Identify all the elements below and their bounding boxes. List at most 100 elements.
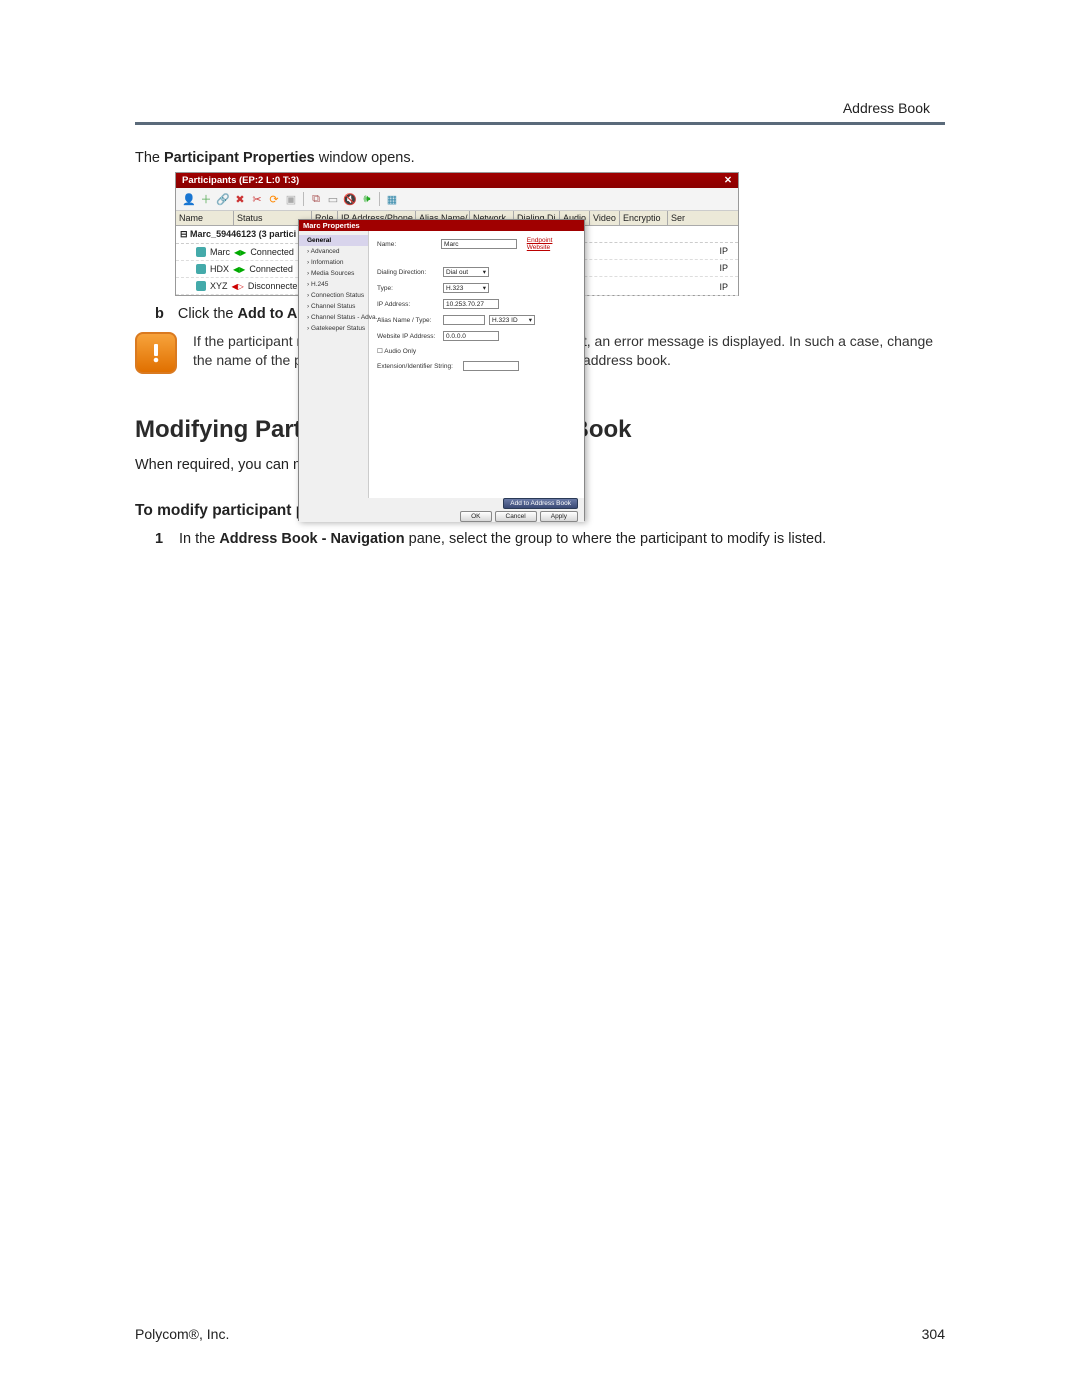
header-rule xyxy=(135,122,945,125)
status-arrows-icon: ◀▶ xyxy=(234,248,246,257)
toolbar-icon-mic[interactable]: 🔇 xyxy=(343,192,357,206)
step-1: 1 In the Address Book - Navigation pane,… xyxy=(155,530,945,550)
window-toolbar: 👤 ＋ 🔗 ✖ ✂ ⟳ ▣ ⧉ ▭ 🔇 🕪 ▦ xyxy=(176,188,738,211)
participant-name: XYZ xyxy=(210,281,228,291)
select-dialing-direction[interactable]: Dial out▾ xyxy=(443,267,489,277)
group-row[interactable]: ⊟ Marc_59446123 (3 partici xyxy=(176,226,313,244)
cancel-button[interactable]: Cancel xyxy=(495,511,537,522)
status-arrows-icon: ◀▷ xyxy=(232,282,244,291)
toolbar-icon-cam[interactable]: ▭ xyxy=(326,192,340,206)
participant-row-hdx[interactable]: HDX ◀▶ Connected xyxy=(176,261,313,278)
ok-button[interactable]: OK xyxy=(460,511,491,522)
label-type: Type: xyxy=(377,285,439,292)
toolbar-icon-layout[interactable]: ▦ xyxy=(385,192,399,206)
step-1-number: 1 xyxy=(155,530,169,550)
participants-window-screenshot: Participants (EP:2 L:0 T:3) ✕ 👤 ＋ 🔗 ✖ ✂ … xyxy=(175,172,739,296)
page-number: 304 xyxy=(922,1326,945,1342)
table-right-cols: IP IP IP Marc Properties General › Advan… xyxy=(313,226,738,295)
dialog-sidebar: General › Advanced › Information › Media… xyxy=(299,231,369,498)
step-b-prefix: Click the xyxy=(178,306,238,322)
input-website-ip[interactable]: 0.0.0.0 xyxy=(443,331,499,341)
col-video[interactable]: Video xyxy=(590,211,620,225)
toolbar-icon-copy[interactable]: ▣ xyxy=(284,192,298,206)
input-ip[interactable]: 10.253.70.27 xyxy=(443,299,499,309)
toolbar-separator xyxy=(303,192,304,206)
table-left-cols: ⊟ Marc_59446123 (3 partici Marc ◀▶ Conne… xyxy=(176,226,313,295)
sidebar-tab-general[interactable]: General xyxy=(299,235,368,246)
network-cell: IP xyxy=(719,246,728,256)
step-1-suffix: pane, select the group to where the part… xyxy=(405,531,827,547)
sidebar-tab-channel-status[interactable]: › Channel Status xyxy=(299,301,368,312)
label-ip: IP Address: xyxy=(377,301,439,308)
row-audio-only: ☐ Audio Only xyxy=(377,347,576,355)
participant-status: Connected xyxy=(249,264,293,274)
intro-prefix: The xyxy=(135,150,164,166)
input-name[interactable]: Marc xyxy=(441,239,517,249)
participant-icon xyxy=(196,264,206,274)
participant-name: HDX xyxy=(210,264,229,274)
toolbar-icon-tx[interactable]: ⧉ xyxy=(309,192,323,206)
participant-icon xyxy=(196,281,206,291)
label-name: Name: xyxy=(377,241,437,248)
toolbar-icon-sound[interactable]: 🕪 xyxy=(360,192,374,206)
sidebar-tab-h245[interactable]: › H.245 xyxy=(299,279,368,290)
row-dialing-direction: Dialing Direction: Dial out▾ xyxy=(377,267,576,277)
dialog-button-bar: Add to Address Book OK Cancel Apply xyxy=(299,498,584,522)
toolbar-icon-person-x[interactable]: ✂ xyxy=(250,192,264,206)
participant-row-marc[interactable]: Marc ◀▶ Connected xyxy=(176,244,313,261)
status-arrows-icon: ◀▶ xyxy=(233,265,245,274)
step-1-prefix: In the xyxy=(179,531,219,547)
sidebar-tab-advanced[interactable]: › Advanced xyxy=(299,246,368,257)
toolbar-icon-add[interactable]: ＋ xyxy=(199,192,213,206)
step-b-letter: b xyxy=(155,306,164,322)
step-1-text: In the Address Book - Navigation pane, s… xyxy=(179,530,826,550)
sidebar-tab-information[interactable]: › Information xyxy=(299,257,368,268)
apply-button[interactable]: Apply xyxy=(540,511,578,522)
toolbar-icon-delete[interactable]: ✖ xyxy=(233,192,247,206)
add-to-address-book-button[interactable]: Add to Address Book xyxy=(503,498,578,509)
warning-icon xyxy=(135,332,177,374)
participant-status: Disconnecte xyxy=(248,281,298,291)
row-name: Name: Marc Endpoint Website xyxy=(377,237,576,251)
dialog-titlebar: Marc Properties xyxy=(299,220,584,231)
input-extension[interactable] xyxy=(463,361,519,371)
select-alias-type[interactable]: H.323 ID▾ xyxy=(489,315,535,325)
sidebar-tab-connection-status[interactable]: › Connection Status xyxy=(299,290,368,301)
participant-name: Marc xyxy=(210,247,230,257)
step-1-bold: Address Book - Navigation xyxy=(219,531,404,547)
select-type[interactable]: H.323▾ xyxy=(443,283,489,293)
input-alias-name[interactable] xyxy=(443,315,485,325)
toolbar-icon-link[interactable]: 🔗 xyxy=(216,192,230,206)
page-footer: Polycom®, Inc. 304 xyxy=(135,1325,945,1342)
footer-left: Polycom®, Inc. xyxy=(135,1326,229,1342)
sidebar-tab-channel-status-adv[interactable]: › Channel Status - Adva... xyxy=(299,312,368,323)
row-extension: Extension/Identifier String: xyxy=(377,361,576,371)
window-titlebar: Participants (EP:2 L:0 T:3) ✕ xyxy=(176,173,738,188)
label-extension: Extension/Identifier String: xyxy=(377,363,459,370)
exclamation-icon xyxy=(144,341,168,365)
sidebar-tab-media-sources[interactable]: › Media Sources xyxy=(299,268,368,279)
label-website-ip: Website IP Address: xyxy=(377,333,439,340)
participant-icon xyxy=(196,247,206,257)
label-alias: Alias Name / Type: xyxy=(377,317,439,324)
network-cell: IP xyxy=(719,263,728,273)
participant-status: Connected xyxy=(250,247,294,257)
dialog-form: Name: Marc Endpoint Website Dialing Dire… xyxy=(369,231,584,498)
toolbar-icon-add-participant[interactable]: 👤 xyxy=(182,192,196,206)
table-body: ⊟ Marc_59446123 (3 partici Marc ◀▶ Conne… xyxy=(176,226,738,295)
toolbar-icon-refresh[interactable]: ⟳ xyxy=(267,192,281,206)
intro-bold: Participant Properties xyxy=(164,150,315,166)
intro-suffix: window opens. xyxy=(315,150,415,166)
col-encryption[interactable]: Encryptio xyxy=(620,211,668,225)
endpoint-website-link[interactable]: Endpoint Website xyxy=(527,237,576,251)
participant-row-xyz[interactable]: XYZ ◀▷ Disconnecte xyxy=(176,278,313,295)
group-label: Marc_59446123 (3 partici xyxy=(190,229,296,239)
col-ser[interactable]: Ser xyxy=(668,211,738,225)
row-alias: Alias Name / Type: H.323 ID▾ xyxy=(377,315,576,325)
network-cell: IP xyxy=(719,282,728,292)
col-name[interactable]: Name xyxy=(176,211,234,225)
row-website-ip: Website IP Address: 0.0.0.0 xyxy=(377,331,576,341)
checkbox-audio-only[interactable]: ☐ Audio Only xyxy=(377,347,416,355)
window-close-x: ✕ xyxy=(724,175,732,186)
sidebar-tab-gatekeeper[interactable]: › Gatekeeper Status xyxy=(299,323,368,334)
